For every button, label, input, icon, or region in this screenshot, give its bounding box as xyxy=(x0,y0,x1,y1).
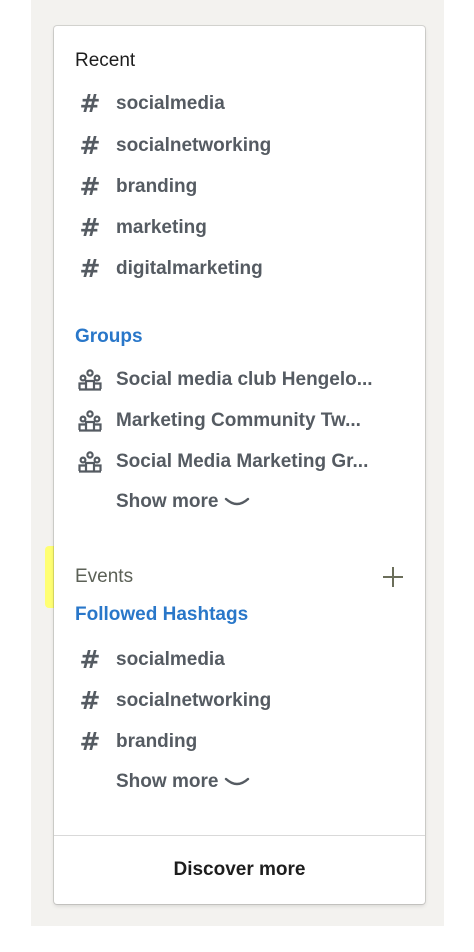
followed-item-socialnetworking[interactable]: # socialnetworking xyxy=(75,686,415,716)
chevron-down-icon xyxy=(225,777,250,786)
hashtag-icon: # xyxy=(79,172,101,201)
followed-item-socialmedia[interactable]: # socialmedia xyxy=(75,645,415,675)
group-icon xyxy=(75,447,105,477)
hashtag-icon: # xyxy=(79,686,101,715)
recent-item-socialmedia[interactable]: # socialmedia xyxy=(75,89,415,119)
discover-more-button[interactable]: Discover more xyxy=(54,836,425,904)
group-item-label: Social media club Hengelo... xyxy=(116,369,373,390)
followed-hashtags-link[interactable]: Followed Hashtags xyxy=(75,604,248,626)
recent-item-socialnetworking[interactable]: # socialnetworking xyxy=(75,131,415,161)
hashtag-icon: # xyxy=(79,254,101,283)
show-more-label: Show more xyxy=(116,491,219,512)
followed-item-label: branding xyxy=(116,731,198,752)
events-heading: Events xyxy=(75,566,134,587)
recent-item-label: socialnetworking xyxy=(116,135,272,156)
group-item-label: Marketing Community Tw... xyxy=(116,410,361,431)
followed-item-label: socialnetworking xyxy=(116,690,272,711)
community-panel: Recent # socialmedia # socialnetworking … xyxy=(54,26,425,904)
group-item-marketing-community[interactable]: Marketing Community Tw... xyxy=(75,406,415,436)
hashtag-icon: # xyxy=(79,89,101,118)
hashtag-icon: # xyxy=(79,727,101,756)
followed-item-label: socialmedia xyxy=(116,649,225,670)
group-item-social-media-club[interactable]: Social media club Hengelo... xyxy=(75,365,415,395)
groups-show-more-button[interactable]: Show more xyxy=(116,491,250,513)
chevron-down-icon xyxy=(225,497,250,506)
plus-icon[interactable] xyxy=(381,565,405,589)
group-icon xyxy=(75,365,105,395)
hashtag-icon: # xyxy=(79,131,101,160)
recent-item-label: branding xyxy=(116,176,198,197)
recent-item-label: marketing xyxy=(116,217,207,238)
group-item-label: Social Media Marketing Gr... xyxy=(116,451,369,472)
group-icon xyxy=(75,406,105,436)
recent-item-label: digitalmarketing xyxy=(116,258,263,279)
recent-heading: Recent xyxy=(75,50,136,71)
followed-item-branding[interactable]: # branding xyxy=(75,727,415,757)
group-item-social-media-marketing[interactable]: Social Media Marketing Gr... xyxy=(75,447,415,477)
recent-item-branding[interactable]: # branding xyxy=(75,172,415,202)
show-more-label: Show more xyxy=(116,771,219,792)
events-row: Events xyxy=(75,562,405,592)
groups-link[interactable]: Groups xyxy=(75,326,143,348)
recent-item-digitalmarketing[interactable]: # digitalmarketing xyxy=(75,254,415,284)
hashtag-icon: # xyxy=(79,645,101,674)
hashtags-show-more-button[interactable]: Show more xyxy=(116,771,250,793)
recent-item-marketing[interactable]: # marketing xyxy=(75,213,415,243)
recent-item-label: socialmedia xyxy=(116,93,225,114)
hashtag-icon: # xyxy=(79,213,101,242)
